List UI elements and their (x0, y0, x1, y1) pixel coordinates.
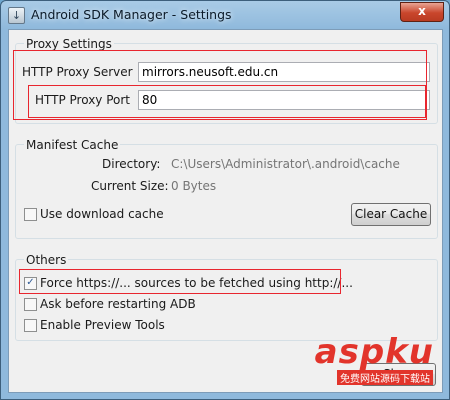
ask-before-restarting-adb-checkbox[interactable] (24, 298, 37, 311)
current-size-label: Current Size: (91, 179, 169, 193)
http-proxy-server-label: HTTP Proxy Server (22, 65, 133, 79)
enable-preview-tools-label: Enable Preview Tools (40, 318, 165, 332)
others-group: Others ✓ Force https://... sources to be… (15, 253, 438, 341)
clear-cache-button[interactable]: Clear Cache (351, 203, 431, 226)
directory-label: Directory: (102, 157, 161, 171)
dialog-content: Proxy Settings HTTP Proxy Server HTTP Pr… (8, 29, 443, 393)
proxy-settings-title: Proxy Settings (24, 37, 114, 51)
http-proxy-port-input[interactable] (138, 90, 430, 110)
current-size-value: 0 Bytes (171, 179, 217, 193)
settings-window: ↓ Android SDK Manager - Settings x Proxy… (0, 0, 450, 400)
force-http-label: Force https://... sources to be fetched … (40, 276, 353, 290)
force-http-checkbox[interactable]: ✓ (24, 277, 37, 290)
watermark-logo: aspku (314, 332, 434, 372)
watermark-subtitle: 免费网站源码下载站 (337, 370, 433, 385)
manifest-cache-title: Manifest Cache (24, 138, 121, 152)
directory-value: C:\Users\Administrator\.android\cache (171, 157, 400, 171)
download-icon: ↓ (8, 7, 25, 24)
others-title: Others (24, 253, 69, 267)
http-proxy-port-label: HTTP Proxy Port (35, 93, 130, 107)
ask-before-restarting-adb-label: Ask before restarting ADB (40, 297, 196, 311)
manifest-cache-group: Manifest Cache Directory: C:\Users\Admin… (15, 138, 438, 239)
title-bar[interactable]: ↓ Android SDK Manager - Settings x (1, 1, 449, 29)
use-download-cache-checkbox[interactable] (24, 208, 37, 221)
enable-preview-tools-checkbox[interactable] (24, 319, 37, 332)
proxy-settings-group: Proxy Settings HTTP Proxy Server HTTP Pr… (15, 37, 438, 124)
window-close-button[interactable]: x (400, 2, 444, 22)
use-download-cache-label: Use download cache (40, 207, 164, 221)
window-title: Android SDK Manager - Settings (31, 7, 232, 22)
http-proxy-server-input[interactable] (138, 62, 430, 82)
